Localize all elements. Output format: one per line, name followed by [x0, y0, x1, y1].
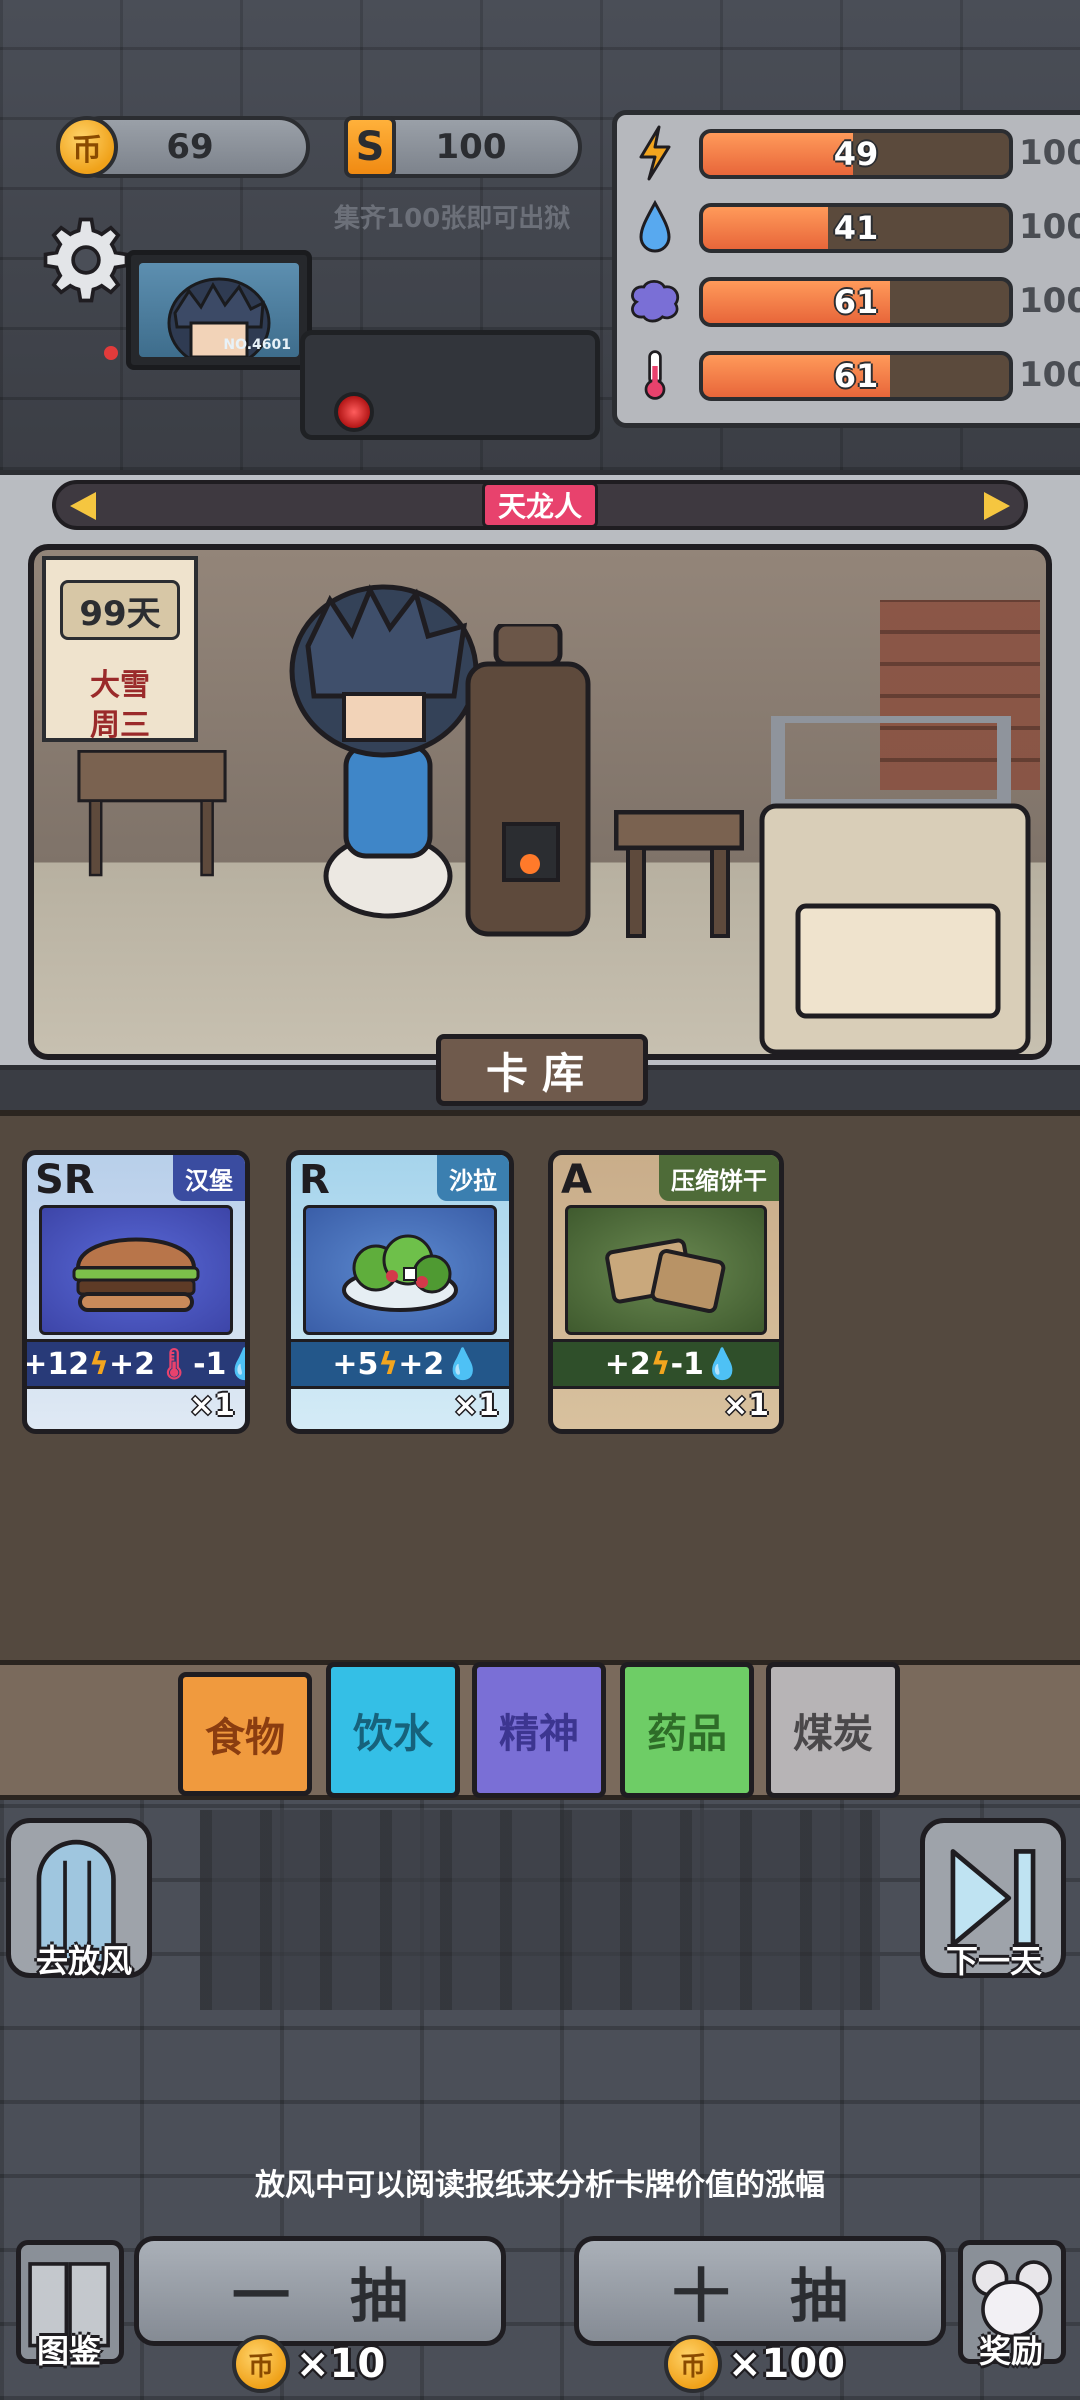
tab-medicine[interactable]: 药品 — [620, 1662, 754, 1798]
coal-stove[interactable] — [458, 624, 598, 944]
s-card-count: 100 — [435, 127, 507, 167]
card-library-label: 卡库 — [436, 1034, 648, 1106]
coin-count: 69 — [166, 127, 214, 167]
calendar-weather: 大雪 — [90, 668, 150, 703]
tip-text: 放风中可以阅读报纸来分析卡牌价值的涨幅 — [255, 2168, 825, 2203]
water-max: 100 — [1019, 207, 1080, 247]
tab-mind[interactable]: 精神 — [472, 1662, 606, 1798]
prisoner-monitor: NO.4601 — [126, 250, 312, 370]
water-drop-icon — [627, 199, 683, 255]
card-count: ×1 — [452, 1388, 499, 1423]
card-effect: +5 ϟ +2 💧 — [291, 1339, 509, 1389]
card-name: 汉堡 — [173, 1155, 245, 1201]
biscuit-icon — [565, 1205, 767, 1335]
tab-water[interactable]: 饮水 — [326, 1662, 460, 1798]
floor-grate — [200, 1810, 880, 2010]
salad-icon — [303, 1205, 497, 1335]
card-rarity: A — [561, 1157, 592, 1203]
lightning-icon: ϟ — [650, 1346, 671, 1382]
reward-label: 奖励 — [978, 2332, 1043, 2370]
temperature-value: 61 — [833, 357, 879, 395]
prison-bed[interactable] — [758, 716, 1032, 1056]
collect-hint: 集齐100张即可出狱 — [334, 204, 571, 234]
stat-energy: 49 100 — [627, 123, 1080, 183]
card-name: 压缩饼干 — [659, 1155, 779, 1201]
card-burger[interactable]: SR 汉堡 +12ϟ +2🌡 -1💧 ×1 — [22, 1150, 250, 1434]
water-bar: 41 — [699, 203, 1013, 253]
wooden-stool — [614, 810, 744, 938]
temperature-bar: 61 — [699, 351, 1013, 401]
prisoner-number: NO.4601 — [223, 337, 291, 353]
ten-draw-cost: 币 ×100 — [664, 2334, 845, 2394]
monitor-screen: NO.4601 — [139, 263, 299, 357]
thermometer-icon — [627, 347, 683, 403]
lightning-icon — [627, 125, 683, 181]
stat-water: 41 100 — [627, 197, 1080, 257]
lightning-icon: ϟ — [378, 1346, 399, 1382]
water-drop-icon: 💧 — [226, 1347, 245, 1382]
prisoner-character[interactable] — [268, 576, 488, 926]
card-salad[interactable]: R 沙拉 +5 ϟ +2 💧 ×1 — [286, 1150, 514, 1434]
gear-icon[interactable] — [40, 214, 132, 306]
stat-temperature: 61 100 — [627, 345, 1080, 405]
mind-bar: 61 — [699, 277, 1013, 327]
energy-max: 100 — [1019, 133, 1080, 173]
card-effect: +2 ϟ -1 💧 — [553, 1339, 779, 1389]
wall-calendar: 99天 大雪 周三 — [42, 556, 198, 743]
ten-draw-button[interactable]: 十抽 — [574, 2236, 946, 2346]
wooden-table — [77, 750, 227, 877]
alarm-light — [334, 392, 374, 432]
energy-value: 49 — [833, 135, 879, 173]
energy-bar: 49 — [699, 129, 1013, 179]
brain-icon — [627, 273, 683, 329]
next-day-label: 下一天 — [945, 1942, 1042, 1980]
coin-icon: 币 — [232, 2335, 290, 2393]
card-effect: +12ϟ +2🌡 -1💧 — [27, 1339, 245, 1389]
stat-mind: 61 100 — [627, 271, 1080, 331]
coin-icon: 币 — [664, 2335, 722, 2393]
card-rarity: R — [299, 1157, 330, 1203]
card-count: ×1 — [188, 1388, 235, 1423]
next-character-arrow-icon[interactable] — [984, 492, 1010, 520]
lightning-icon: ϟ — [89, 1346, 109, 1382]
single-draw-button[interactable]: 一抽 — [134, 2236, 506, 2346]
prev-character-arrow-icon[interactable] — [70, 492, 96, 520]
character-name: 天龙人 — [482, 482, 598, 528]
water-value: 41 — [833, 209, 879, 247]
go-outside-label: 去放风 — [35, 1942, 132, 1980]
temperature-max: 100 — [1019, 355, 1080, 395]
calendar-day-count: 99天 — [60, 580, 180, 640]
single-draw-cost: 币 ×10 — [232, 2334, 385, 2394]
water-drop-icon: 💧 — [444, 1346, 482, 1382]
album-label: 图鉴 — [36, 2332, 101, 2370]
card-name: 沙拉 — [437, 1155, 509, 1201]
water-drop-icon: 💧 — [703, 1346, 742, 1382]
card-compressed-biscuit[interactable]: A 压缩饼干 +2 ϟ -1 💧 ×1 — [548, 1150, 784, 1434]
coin-icon: 币 — [56, 116, 118, 178]
card-count: ×1 — [722, 1388, 769, 1423]
tab-coal[interactable]: 煤炭 — [766, 1662, 900, 1798]
thermometer-icon: 🌡 — [154, 1346, 194, 1382]
stats-panel: 49 100 41 100 61 100 61 100 — [612, 110, 1080, 428]
card-rarity: SR — [35, 1157, 95, 1203]
calendar-weekday: 周三 — [90, 708, 150, 743]
burger-icon — [39, 1205, 233, 1335]
tab-food[interactable]: 食物 — [178, 1672, 312, 1796]
monitor-led-red — [104, 346, 118, 360]
mind-max: 100 — [1019, 281, 1080, 321]
s-badge-icon: S — [344, 116, 396, 178]
mind-value: 61 — [833, 283, 879, 321]
